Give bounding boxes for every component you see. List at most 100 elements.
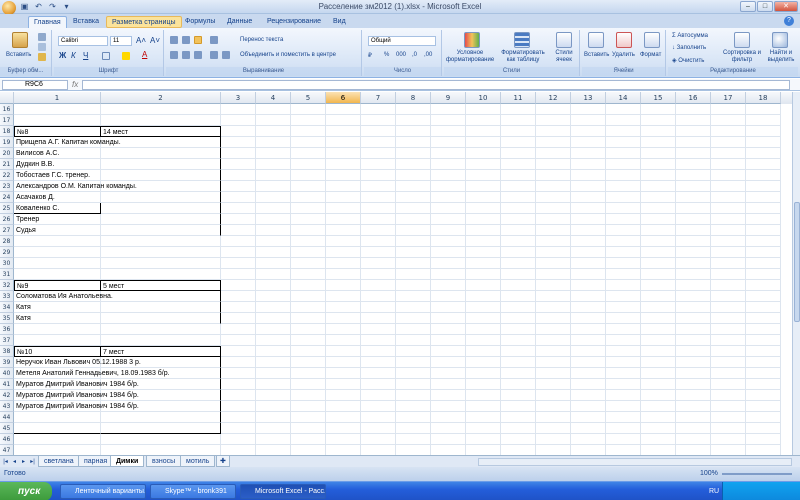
column-header[interactable]: 16: [676, 92, 711, 104]
table-cell[interactable]: [711, 302, 746, 313]
table-cell[interactable]: [326, 137, 361, 148]
table-cell[interactable]: [466, 247, 501, 258]
taskbar-item-excel[interactable]: Microsoft Excel - Расс...: [240, 484, 326, 499]
table-cell[interactable]: [711, 115, 746, 126]
table-cell[interactable]: [676, 280, 711, 291]
table-cell[interactable]: [431, 423, 466, 434]
table-cell[interactable]: [361, 269, 396, 280]
row-header[interactable]: 42: [0, 390, 14, 401]
row-header[interactable]: 33: [0, 291, 14, 302]
table-cell[interactable]: [396, 181, 431, 192]
row-header[interactable]: 40: [0, 368, 14, 379]
table-cell[interactable]: [256, 423, 291, 434]
table-cell[interactable]: [256, 412, 291, 423]
table-cell[interactable]: [746, 401, 781, 412]
table-cell[interactable]: [676, 390, 711, 401]
table-cell[interactable]: [641, 214, 676, 225]
table-cell[interactable]: [501, 368, 536, 379]
select-all-corner[interactable]: [0, 92, 14, 104]
table-cell[interactable]: [396, 401, 431, 412]
table-cell[interactable]: [361, 445, 396, 455]
table-cell[interactable]: [746, 148, 781, 159]
align-top-icon[interactable]: [170, 36, 178, 44]
table-cell[interactable]: [256, 280, 291, 291]
table-cell[interactable]: [466, 324, 501, 335]
table-cell[interactable]: [641, 302, 676, 313]
table-cell[interactable]: [396, 412, 431, 423]
table-cell[interactable]: Тобостаев Г.С. тренер.: [14, 170, 101, 181]
table-cell[interactable]: [676, 170, 711, 181]
table-cell[interactable]: [361, 258, 396, 269]
table-cell[interactable]: [641, 247, 676, 258]
table-cell[interactable]: [606, 280, 641, 291]
table-cell[interactable]: №10: [14, 346, 101, 357]
table-cell[interactable]: [571, 280, 606, 291]
table-cell[interactable]: Асачаков Д.: [14, 192, 101, 203]
table-cell[interactable]: [326, 225, 361, 236]
table-cell[interactable]: [326, 258, 361, 269]
table-cell[interactable]: [361, 159, 396, 170]
table-cell[interactable]: [221, 181, 256, 192]
table-cell[interactable]: [746, 126, 781, 137]
conditional-format-button[interactable]: Условное форматирование: [446, 50, 494, 64]
table-cell[interactable]: [431, 280, 466, 291]
table-cell[interactable]: [606, 192, 641, 203]
table-cell[interactable]: [746, 324, 781, 335]
table-cell[interactable]: [536, 236, 571, 247]
table-cell[interactable]: [396, 324, 431, 335]
sheet-tab-dimki[interactable]: Димки: [110, 456, 145, 467]
table-cell[interactable]: [291, 335, 326, 346]
table-cell[interactable]: [361, 324, 396, 335]
table-cell[interactable]: [501, 346, 536, 357]
table-cell[interactable]: [501, 214, 536, 225]
table-cell[interactable]: [431, 324, 466, 335]
table-cell[interactable]: [571, 335, 606, 346]
table-cell[interactable]: [221, 159, 256, 170]
table-cell[interactable]: [431, 126, 466, 137]
table-cell[interactable]: [291, 434, 326, 445]
cut-icon[interactable]: [38, 33, 46, 41]
table-cell[interactable]: [641, 412, 676, 423]
table-cell[interactable]: [606, 357, 641, 368]
table-cell[interactable]: [221, 423, 256, 434]
table-cell[interactable]: [256, 335, 291, 346]
table-cell[interactable]: [101, 192, 221, 203]
table-cell[interactable]: [501, 181, 536, 192]
table-cell[interactable]: [256, 247, 291, 258]
table-cell[interactable]: [466, 379, 501, 390]
table-cell[interactable]: [571, 225, 606, 236]
table-cell[interactable]: [501, 192, 536, 203]
table-cell[interactable]: [746, 192, 781, 203]
table-cell[interactable]: [396, 280, 431, 291]
table-cell[interactable]: [326, 445, 361, 455]
last-sheet-icon[interactable]: ▸|: [29, 458, 36, 466]
table-cell[interactable]: Дудкин В.В.: [14, 159, 101, 170]
table-cell[interactable]: [256, 313, 291, 324]
row-header[interactable]: 23: [0, 181, 14, 192]
row-header[interactable]: 28: [0, 236, 14, 247]
table-cell[interactable]: [221, 247, 256, 258]
table-cell[interactable]: [431, 401, 466, 412]
currency-icon[interactable]: ₽: [368, 52, 372, 59]
table-cell[interactable]: [606, 126, 641, 137]
table-cell[interactable]: [536, 313, 571, 324]
table-cell[interactable]: [396, 159, 431, 170]
table-cell[interactable]: [676, 357, 711, 368]
table-cell[interactable]: [606, 137, 641, 148]
table-cell[interactable]: [501, 445, 536, 455]
table-cell[interactable]: [676, 412, 711, 423]
start-button[interactable]: пуск: [0, 482, 52, 500]
table-cell[interactable]: [571, 181, 606, 192]
table-cell[interactable]: [396, 203, 431, 214]
table-cell[interactable]: [221, 280, 256, 291]
table-cell[interactable]: [101, 390, 221, 401]
table-cell[interactable]: [101, 313, 221, 324]
table-cell[interactable]: [221, 357, 256, 368]
table-cell[interactable]: Коваленко С.: [14, 203, 101, 214]
row-header[interactable]: 47: [0, 445, 14, 455]
table-cell[interactable]: [536, 324, 571, 335]
insert-sheet-icon[interactable]: ✚: [216, 456, 230, 467]
table-cell[interactable]: [396, 379, 431, 390]
table-cell[interactable]: [711, 236, 746, 247]
table-cell[interactable]: [221, 126, 256, 137]
